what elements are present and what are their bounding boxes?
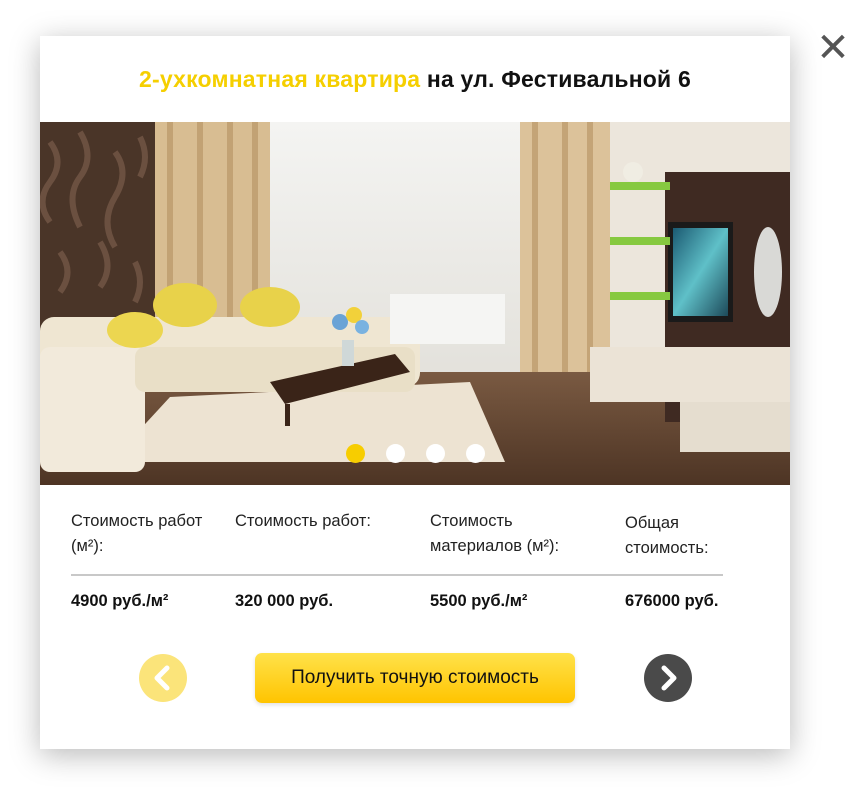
close-icon[interactable]: ✕: [816, 28, 845, 68]
spec-total-cost: Общая стоимость: 676000 руб.: [625, 511, 745, 610]
slider-dot-4[interactable]: [465, 444, 485, 463]
living-room-photo: [40, 122, 790, 485]
slider-dot-3[interactable]: [425, 444, 445, 463]
slider-dot-2[interactable]: [385, 444, 405, 463]
spec-work-per-m2: Стоимость работ (м²): 4900 руб./м²: [71, 509, 221, 610]
chevron-left-icon: [154, 665, 170, 691]
price-specs: Стоимость работ (м²): 4900 руб./м² Стоим…: [71, 509, 731, 629]
spec-value: 5500 руб./м²: [430, 592, 528, 610]
spec-work-total: Стоимость работ: 320 000 руб.: [235, 509, 385, 610]
title-accent: 2-ухкомнатная квартира: [139, 66, 421, 92]
slider-dots: [40, 444, 790, 463]
next-project-button[interactable]: [644, 654, 692, 702]
title-rest: на ул. Фестивальной 6: [420, 66, 691, 92]
specs-divider: [71, 574, 723, 576]
project-popup: 2-ухкомнатная квартира на ул. Фестивальн…: [40, 36, 790, 749]
spec-label: Общая стоимость:: [625, 514, 709, 557]
spec-label: Стоимость материалов (м²):: [430, 512, 560, 555]
get-exact-price-button[interactable]: Получить точную стоимость: [255, 653, 575, 703]
living-room-illustration: [40, 122, 790, 485]
spec-value: 320 000 руб.: [235, 592, 334, 610]
popup-title: 2-ухкомнатная квартира на ул. Фестивальн…: [40, 66, 790, 93]
spec-value: 4900 руб./м²: [71, 592, 169, 610]
spec-label: Стоимость работ (м²):: [71, 512, 203, 555]
spec-label: Стоимость работ:: [235, 512, 371, 530]
spec-value: 676000 руб.: [625, 592, 719, 610]
prev-project-button[interactable]: [139, 654, 187, 702]
slider-dot-1[interactable]: [345, 444, 365, 463]
chevron-right-icon: [661, 665, 677, 691]
spec-materials-per-m2: Стоимость материалов (м²): 5500 руб./м²: [430, 509, 600, 610]
